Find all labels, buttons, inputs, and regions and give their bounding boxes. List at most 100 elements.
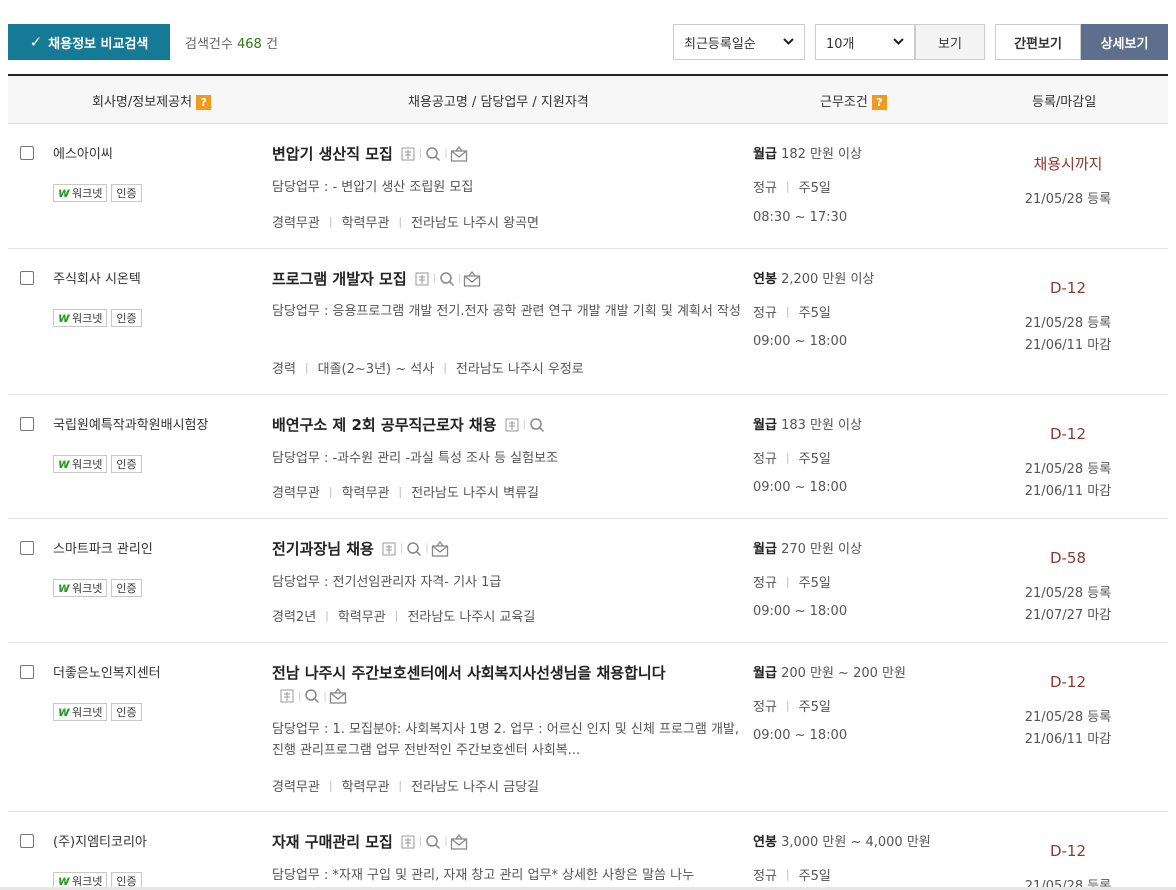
company-name[interactable]: 스마트파크 관리인 bbox=[53, 538, 153, 557]
pay-condition: 연봉 2,200 만원 이상 bbox=[753, 268, 874, 287]
row-checkbox[interactable] bbox=[20, 665, 34, 679]
pay-amount: 200 만원 ~ 200 만원 bbox=[781, 666, 906, 681]
company-name[interactable]: 더좋은노인복지센터 bbox=[53, 662, 161, 681]
pay-type: 월급 bbox=[753, 418, 777, 433]
row-checkbox[interactable] bbox=[20, 834, 34, 848]
view-button[interactable]: 보기 bbox=[915, 24, 985, 60]
compare-search-label: 채용정보 비교검색 bbox=[48, 36, 149, 52]
search-icon[interactable] bbox=[528, 416, 546, 434]
experience-req: 경력2년 bbox=[272, 610, 317, 625]
divider: | bbox=[443, 361, 447, 374]
job-title-line: 배연구소 제 2회 공무직근로자 채용 | bbox=[272, 414, 546, 435]
row-checkbox[interactable] bbox=[20, 541, 34, 555]
chevron-down-icon bbox=[893, 37, 904, 48]
row-checkbox[interactable] bbox=[20, 417, 34, 431]
search-icon[interactable] bbox=[303, 687, 321, 705]
location: 전라남도 나주시 벽류길 bbox=[411, 486, 539, 501]
search-icon[interactable] bbox=[438, 270, 456, 288]
closing-date: 21/06/11 마감 bbox=[1024, 732, 1112, 747]
education-req: 학력무관 bbox=[337, 610, 386, 625]
pay-amount: 2,200 만원 이상 bbox=[781, 272, 875, 287]
row-checkbox[interactable] bbox=[20, 146, 34, 160]
company-name[interactable]: 국립원예특작과학원배시험장 bbox=[53, 414, 208, 433]
job-title[interactable]: 배연구소 제 2회 공무직근로자 채용 bbox=[272, 414, 497, 435]
scrap-icon[interactable] bbox=[399, 145, 417, 163]
compare-search-button[interactable]: ✓ 채용정보 비교검색 bbox=[8, 24, 170, 60]
scrap-icon[interactable] bbox=[278, 687, 296, 705]
closing-date: 21/07/27 마감 bbox=[1024, 608, 1112, 623]
employment-type: 정규 | 주5일 bbox=[753, 572, 831, 591]
search-count-value: 468 bbox=[236, 37, 262, 52]
scrap-icon[interactable] bbox=[399, 833, 417, 851]
table-row: 에스아이씨 w 워크넷 인증 변압기 생산직 모집 | | 담당업무 : - 변압… bbox=[8, 124, 1168, 249]
job-title[interactable]: 전남 나주시 주간보호센터에서 사회복지사선생님을 채용합니다 bbox=[272, 662, 666, 683]
education-req: 학력무관 bbox=[341, 216, 390, 231]
help-icon[interactable]: ? bbox=[196, 95, 212, 110]
pay-condition: 월급 183 만원 이상 bbox=[753, 414, 862, 433]
job-title[interactable]: 프로그램 개발자 모집 bbox=[272, 268, 407, 289]
divider: | bbox=[328, 485, 333, 498]
per-page-select[interactable]: 10개 bbox=[815, 24, 915, 60]
job-requirements: 경력무관 | 학력무관 | 전라남도 나주시 금당길 bbox=[272, 776, 539, 795]
badges: w 워크넷 인증 bbox=[53, 455, 142, 473]
worknet-logo-icon: w bbox=[58, 704, 71, 720]
education-req: 학력무관 bbox=[341, 780, 390, 795]
divider: | bbox=[458, 273, 462, 284]
mail-icon[interactable] bbox=[329, 687, 347, 705]
divider: | bbox=[785, 451, 790, 464]
location: 전라남도 나주시 금당길 bbox=[411, 780, 539, 795]
divider: | bbox=[323, 690, 327, 702]
sort-select[interactable]: 최근등록일순 bbox=[673, 24, 805, 60]
job-title[interactable]: 변압기 생산직 모집 bbox=[272, 143, 393, 164]
divider: | bbox=[394, 609, 399, 622]
worknet-badge: w 워크넷 bbox=[53, 309, 108, 327]
search-icon[interactable] bbox=[424, 145, 442, 163]
location: 전라남도 나주시 우정로 bbox=[455, 362, 584, 377]
mail-icon[interactable] bbox=[450, 833, 468, 851]
worknet-badge-label: 워크넷 bbox=[72, 312, 103, 325]
pay-type: 월급 bbox=[753, 666, 777, 681]
job-duty: 담당업무 : *자재 구입 및 관리, 자재 창고 관리 업무* 상세한 사항은… bbox=[272, 868, 695, 883]
job-title[interactable]: 자재 구매관리 모집 bbox=[272, 831, 393, 852]
badges: w 워크넷 인증 bbox=[53, 703, 142, 721]
scrap-icon[interactable] bbox=[503, 416, 521, 434]
divider: | bbox=[432, 273, 437, 284]
company-name[interactable]: 에스아이씨 bbox=[53, 143, 113, 162]
registered-date: 21/05/28 등록 bbox=[1024, 586, 1112, 601]
row-actions: | bbox=[503, 416, 546, 434]
divider: | bbox=[425, 543, 429, 554]
pay-condition: 월급 200 만원 ~ 200 만원 bbox=[753, 662, 906, 681]
experience-req: 경력 bbox=[272, 362, 296, 377]
pay-condition: 월급 270 만원 이상 bbox=[753, 538, 862, 557]
mail-icon[interactable] bbox=[463, 270, 481, 288]
pay-type: 월급 bbox=[753, 542, 777, 557]
divider: | bbox=[328, 215, 333, 228]
simple-view-button[interactable]: 간편보기 bbox=[995, 24, 1081, 60]
detail-view-button[interactable]: 상세보기 bbox=[1081, 24, 1168, 60]
work-hours: 09:00 ~ 18:00 bbox=[753, 604, 848, 619]
closing-date: 21/06/11 마감 bbox=[1024, 338, 1112, 353]
education-req: 학력무관 bbox=[341, 486, 390, 501]
scrap-icon[interactable] bbox=[413, 270, 431, 288]
scrap-icon[interactable] bbox=[380, 540, 398, 558]
header-title: 채용공고명 / 담당업무 / 지원자격 bbox=[408, 95, 589, 110]
employment-type-label: 정규 bbox=[753, 700, 777, 715]
row-actions: | | bbox=[380, 540, 449, 558]
deadline-status: D-12 bbox=[1049, 425, 1087, 443]
search-icon[interactable] bbox=[405, 540, 423, 558]
divider: | bbox=[328, 779, 333, 792]
divider: | bbox=[418, 148, 423, 159]
worknet-logo-icon: w bbox=[58, 456, 71, 472]
company-name[interactable]: 주식회사 시온텍 bbox=[53, 268, 141, 287]
row-checkbox[interactable] bbox=[20, 271, 34, 285]
job-title[interactable]: 전기과장님 채용 bbox=[272, 538, 374, 559]
search-icon[interactable] bbox=[424, 833, 442, 851]
help-icon[interactable]: ? bbox=[871, 95, 887, 110]
divider: | bbox=[298, 690, 302, 702]
divider: | bbox=[444, 836, 448, 847]
mail-icon[interactable] bbox=[450, 145, 468, 163]
work-days: 주5일 bbox=[798, 452, 831, 467]
deadline-status: D-12 bbox=[1049, 673, 1087, 691]
company-name[interactable]: (주)지엠티코리아 bbox=[53, 831, 147, 850]
mail-icon[interactable] bbox=[431, 540, 449, 558]
